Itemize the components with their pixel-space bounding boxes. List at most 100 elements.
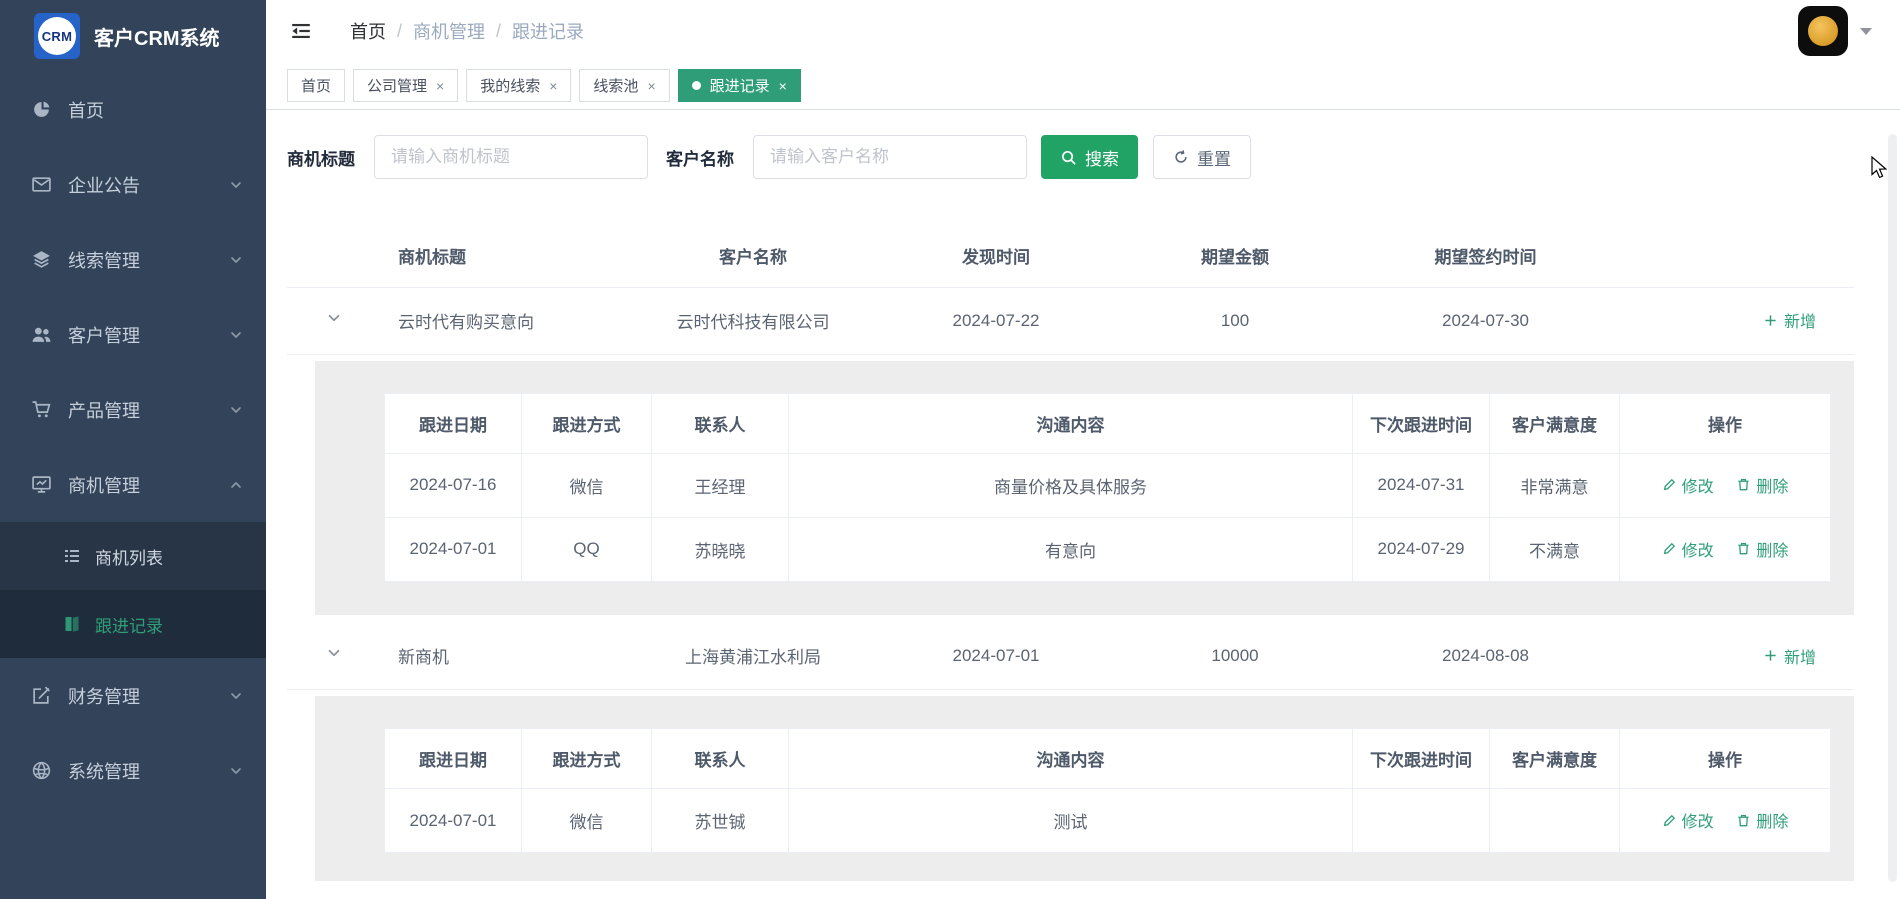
chevron-down-icon [228,327,244,343]
opportunity-title-input[interactable] [374,135,648,179]
breadcrumb-home[interactable]: 首页 [350,18,386,44]
sidebar-item-opportunities[interactable]: 商机管理 [0,447,266,522]
col-amount: 期望金额 [1102,225,1368,287]
customer-name-input[interactable] [753,135,1027,179]
tab-company-mgmt[interactable]: 公司管理 × [353,69,458,102]
tab-lead-pool[interactable]: 线索池 × [579,69,669,102]
vertical-scrollbar[interactable] [1888,134,1897,882]
list-icon [62,546,82,566]
followup-panel: 跟进日期 跟进方式 联系人 沟通内容 下次跟进时间 客户满意度 操作 [315,361,1854,615]
edit-button[interactable]: 修改 [1662,473,1714,497]
subcol-action: 操作 [1620,729,1831,789]
col-sign: 期望签约时间 [1368,225,1603,287]
app-logo-text: CRM [38,17,76,55]
cell-customer: 上海黄浦江水利局 [616,623,890,690]
chevron-down-icon [228,252,244,268]
followup-panel: 跟进日期 跟进方式 联系人 沟通内容 下次跟进时间 客户满意度 操作 [315,696,1854,881]
delete-button[interactable]: 删除 [1736,473,1788,497]
row-expand-icon[interactable] [287,287,381,354]
edit-button[interactable]: 修改 [1662,808,1714,832]
pencil-icon [1662,541,1677,556]
subcol-satisfaction: 客户满意度 [1490,729,1620,789]
followup-table-1: 跟进日期 跟进方式 联系人 沟通内容 下次跟进时间 客户满意度 操作 [384,393,1831,582]
plus-icon [1763,313,1778,328]
sidebar-item-products[interactable]: 产品管理 [0,372,266,447]
chevron-down-icon [228,177,244,193]
app-logo-row: CRM 客户CRM系统 [0,0,266,72]
close-icon[interactable]: × [549,79,557,93]
sidebar-item-finance[interactable]: 财务管理 [0,658,266,733]
followup-row: 2024-07-01 QQ 苏晓晓 有意向 2024-07-29 不满意 [385,517,1831,581]
breadcrumb-current: 跟进记录 [512,18,584,44]
expanded-row-2: 跟进日期 跟进方式 联系人 沟通内容 下次跟进时间 客户满意度 操作 [287,690,1854,890]
avatar[interactable] [1798,6,1848,56]
sidebar-subitem-opportunity-list[interactable]: 商机列表 [0,522,266,590]
dashboard-icon [30,99,52,121]
followup-table-2: 跟进日期 跟进方式 联系人 沟通内容 下次跟进时间 客户满意度 操作 [384,728,1831,853]
reset-button[interactable]: 重置 [1153,135,1251,179]
trash-icon [1736,477,1751,492]
pencil-icon [1662,813,1677,828]
group-row-2: 新商机 上海黄浦江水利局 2024-07-01 10000 2024-08-08… [287,623,1854,690]
subcol-method: 跟进方式 [522,729,652,789]
table-header-row: 商机标题 客户名称 发现时间 期望金额 期望签约时间 [287,225,1854,287]
cell-amount: 100 [1102,287,1368,354]
subcol-content: 沟通内容 [789,729,1353,789]
edit-button[interactable]: 修改 [1662,537,1714,561]
layers-icon [30,249,52,271]
cell-title: 新商机 [381,623,616,690]
cell-found: 2024-07-22 [890,287,1102,354]
chevron-up-icon [228,477,244,493]
sidebar-menu: 首页 企业公告 线索管理 客户管理 [0,72,266,808]
row-expand-icon[interactable] [287,623,381,690]
customer-name-label: 客户名称 [666,145,734,170]
trash-icon [1736,813,1751,828]
globe-icon [30,760,52,782]
group-row-1: 云时代有购买意向 云时代科技有限公司 2024-07-22 100 2024-0… [287,287,1854,354]
sidebar-item-customers[interactable]: 客户管理 [0,297,266,372]
subcol-content: 沟通内容 [789,393,1353,453]
chevron-down-icon [228,763,244,779]
cell-sign: 2024-08-08 [1368,623,1603,690]
refresh-icon [1173,149,1189,165]
cell-amount: 10000 [1102,623,1368,690]
followup-header-row: 跟进日期 跟进方式 联系人 沟通内容 下次跟进时间 客户满意度 操作 [385,393,1831,453]
subcol-satisfaction: 客户满意度 [1490,393,1620,453]
breadcrumb-separator: / [397,21,402,42]
delete-button[interactable]: 删除 [1736,537,1788,561]
breadcrumb-separator: / [496,21,501,42]
search-button[interactable]: 搜索 [1041,135,1138,179]
user-menu-caret-icon[interactable] [1860,28,1872,35]
close-icon[interactable]: × [779,79,787,93]
close-icon[interactable]: × [647,79,655,93]
chevron-down-icon [228,402,244,418]
sidebar-subitem-follow-records[interactable]: 跟进记录 [0,590,266,658]
plus-icon [1763,648,1778,663]
opportunity-table: 商机标题 客户名称 发现时间 期望金额 期望签约时间 云时代有购买意向 云时代科… [287,225,1854,889]
add-followup-button[interactable]: 新增 [1763,644,1816,668]
main-content: 商机标题 客户名称 搜索 重置 商机标题 客户名称 发现时间 [266,110,1900,899]
followup-row: 2024-07-01 微信 苏世铖 测试 修改 [385,789,1831,853]
sidebar-item-leads[interactable]: 线索管理 [0,222,266,297]
subcol-next: 下次跟进时间 [1353,729,1490,789]
mail-icon [30,174,52,196]
subcol-action: 操作 [1620,393,1831,453]
subcol-next: 下次跟进时间 [1353,393,1490,453]
tab-follow-records[interactable]: 跟进记录 × [678,69,801,102]
sidebar-item-dashboard[interactable]: 首页 [0,72,266,147]
sidebar-item-system[interactable]: 系统管理 [0,733,266,808]
cart-icon [30,399,52,421]
tab-home[interactable]: 首页 [287,69,345,102]
sidebar-item-announcements[interactable]: 企业公告 [0,147,266,222]
cell-title: 云时代有购买意向 [381,287,616,354]
sidebar-submenu-opportunities: 商机列表 跟进记录 [0,522,266,658]
tab-my-leads[interactable]: 我的线索 × [466,69,571,102]
add-followup-button[interactable]: 新增 [1763,308,1816,332]
tags-view-bar: 首页 公司管理 × 我的线索 × 线索池 × 跟进记录 × [266,62,1900,110]
trash-icon [1736,541,1751,556]
sidebar-collapse-icon[interactable] [290,20,312,42]
delete-button[interactable]: 删除 [1736,808,1788,832]
subcol-date: 跟进日期 [385,729,522,789]
close-icon[interactable]: × [436,79,444,93]
expanded-row-1: 跟进日期 跟进方式 联系人 沟通内容 下次跟进时间 客户满意度 操作 [287,354,1854,623]
